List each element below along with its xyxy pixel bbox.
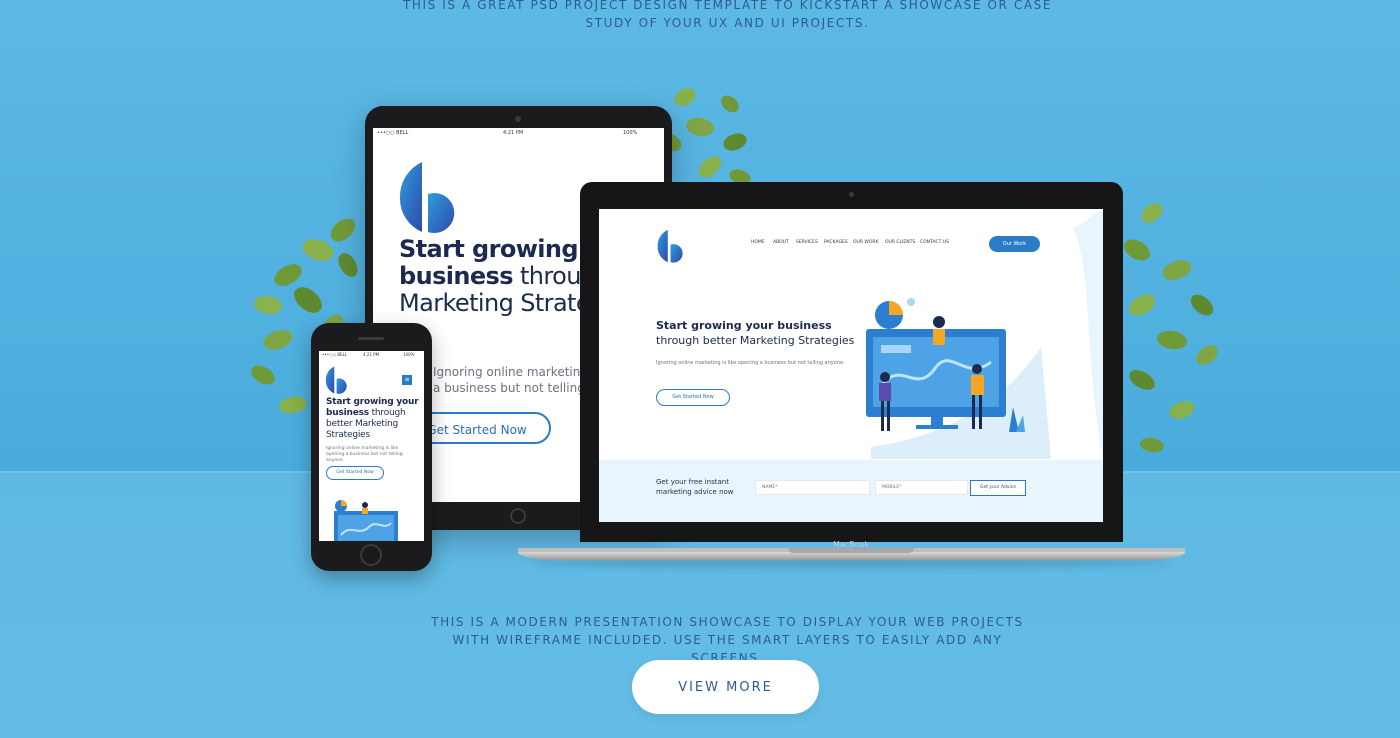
phone-logo-icon (325, 366, 347, 394)
nav-home[interactable]: HOME (751, 240, 765, 245)
nav-contact-us[interactable]: CONTACT US (920, 240, 949, 245)
laptop-device: HOME ABOUT SERVICES PACKAGES OUR WORK OU… (580, 182, 1123, 549)
laptop-hero-heading: Start growing your business through bette… (656, 318, 856, 348)
laptop-hero-heading-bold: Start growing your business (656, 319, 832, 332)
marketing-illustration (866, 298, 1051, 459)
name-input[interactable]: NAME* (755, 480, 870, 495)
phone-status-time: 4:21 PM (363, 352, 380, 357)
phone-home-button (360, 544, 382, 566)
view-more-button[interactable]: VIEW MORE (632, 660, 819, 714)
phone-status-battery: 100% (403, 352, 415, 357)
phone-illustration (334, 500, 398, 541)
phone-screen: •••○○ BELL 4:21 PM 100% ≡ Start growing … (319, 351, 424, 541)
phone-status-carrier: •••○○ BELL (322, 352, 348, 357)
nav-services[interactable]: SERVICES (796, 240, 818, 245)
nav-about[interactable]: ABOUT (773, 240, 789, 245)
laptop-hero-body: Ignoring online marketing is like openin… (656, 360, 845, 366)
intro-text: THIS IS A GREAT PSD PROJECT DESIGN TEMPL… (402, 0, 1053, 30)
brand-logo-icon (399, 162, 455, 233)
tablet-camera (515, 116, 521, 122)
showcase-description: THIS IS A MODERN PRESENTATION SHOWCASE T… (431, 615, 1024, 665)
get-advice-button[interactable]: Get your Advice (970, 480, 1026, 496)
our-work-button[interactable]: Our Work (989, 236, 1040, 252)
plant-right-decoration (1124, 203, 1218, 453)
tablet-status-battery: 100% (623, 130, 638, 136)
laptop-hero-heading-light: through better Marketing Strategies (656, 334, 855, 347)
menu-icon[interactable]: ≡ (402, 375, 412, 385)
nav-packages[interactable]: PACKAGES (824, 240, 848, 245)
laptop-logo-icon (657, 229, 683, 263)
nav-our-clients[interactable]: OUR CLIENTS (885, 240, 915, 245)
nav-our-work[interactable]: OUR WORK (853, 240, 878, 245)
tablet-home-button (510, 508, 526, 524)
laptop-get-started-button[interactable]: Get Started Now (656, 389, 730, 406)
phone-hero-heading: Start growing your business through bett… (326, 397, 424, 441)
laptop-base (518, 552, 1185, 560)
mobile-input[interactable]: MOBILE* (875, 480, 968, 495)
laptop-bg-wave (1073, 209, 1103, 460)
phone-hero-body: Ignoring online marketing is like openin… (326, 446, 403, 463)
laptop-screen: HOME ABOUT SERVICES PACKAGES OUR WORK OU… (599, 209, 1103, 522)
phone-device: •••○○ BELL 4:21 PM 100% ≡ Start growing … (311, 323, 432, 571)
advice-form-title: Get your free instant marketing advice n… (656, 478, 734, 496)
phone-get-started-button[interactable]: Get Started Now (326, 466, 384, 480)
tablet-status-carrier: •••○○ BELL (377, 130, 409, 136)
tablet-status-time: 4:21 PM (503, 130, 524, 136)
phone-speaker (358, 337, 384, 340)
laptop-camera (849, 192, 854, 197)
laptop-base-notch (788, 548, 914, 553)
